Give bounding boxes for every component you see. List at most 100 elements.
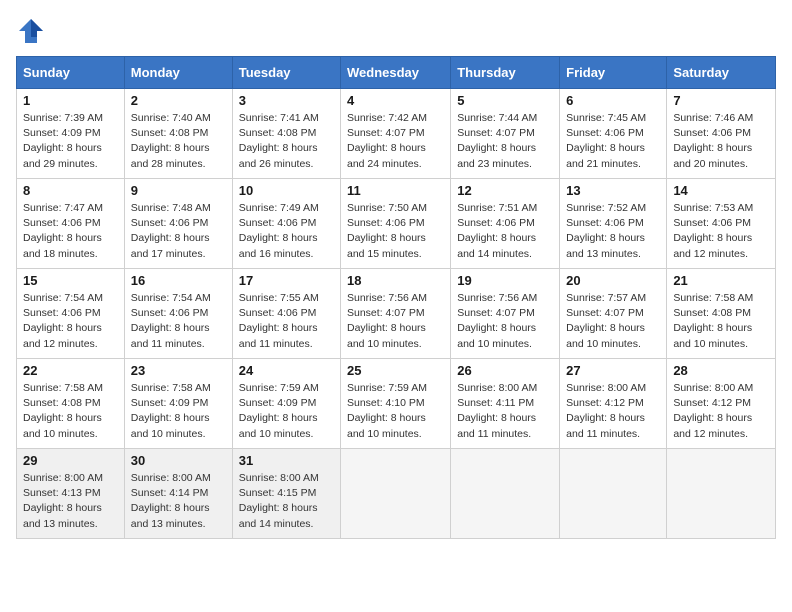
empty-cell xyxy=(667,449,776,539)
day-number: 27 xyxy=(566,363,660,378)
day-cell-14: 14 Sunrise: 7:53 AMSunset: 4:06 PMDaylig… xyxy=(667,179,776,269)
day-number: 2 xyxy=(131,93,226,108)
day-info: Sunrise: 8:00 AMSunset: 4:11 PMDaylight:… xyxy=(457,381,553,442)
calendar-week-row: 22 Sunrise: 7:58 AMSunset: 4:08 PMDaylig… xyxy=(17,359,776,449)
day-cell-3: 3 Sunrise: 7:41 AMSunset: 4:08 PMDayligh… xyxy=(232,89,340,179)
day-number: 28 xyxy=(673,363,769,378)
day-number: 25 xyxy=(347,363,444,378)
day-cell-8: 8 Sunrise: 7:47 AMSunset: 4:06 PMDayligh… xyxy=(17,179,125,269)
day-number: 1 xyxy=(23,93,118,108)
calendar-week-row: 1 Sunrise: 7:39 AMSunset: 4:09 PMDayligh… xyxy=(17,89,776,179)
day-cell-11: 11 Sunrise: 7:50 AMSunset: 4:06 PMDaylig… xyxy=(341,179,451,269)
day-number: 11 xyxy=(347,183,444,198)
day-number: 13 xyxy=(566,183,660,198)
day-number: 22 xyxy=(23,363,118,378)
empty-cell xyxy=(341,449,451,539)
day-info: Sunrise: 7:45 AMSunset: 4:06 PMDaylight:… xyxy=(566,111,660,172)
day-number: 26 xyxy=(457,363,553,378)
col-friday: Friday xyxy=(560,57,667,89)
day-cell-5: 5 Sunrise: 7:44 AMSunset: 4:07 PMDayligh… xyxy=(451,89,560,179)
day-cell-2: 2 Sunrise: 7:40 AMSunset: 4:08 PMDayligh… xyxy=(124,89,232,179)
day-info: Sunrise: 7:40 AMSunset: 4:08 PMDaylight:… xyxy=(131,111,226,172)
day-info: Sunrise: 7:58 AMSunset: 4:09 PMDaylight:… xyxy=(131,381,226,442)
day-cell-27: 27 Sunrise: 8:00 AMSunset: 4:12 PMDaylig… xyxy=(560,359,667,449)
day-number: 24 xyxy=(239,363,334,378)
day-cell-30: 30 Sunrise: 8:00 AMSunset: 4:14 PMDaylig… xyxy=(124,449,232,539)
day-number: 30 xyxy=(131,453,226,468)
day-cell-4: 4 Sunrise: 7:42 AMSunset: 4:07 PMDayligh… xyxy=(341,89,451,179)
day-cell-20: 20 Sunrise: 7:57 AMSunset: 4:07 PMDaylig… xyxy=(560,269,667,359)
page-header xyxy=(16,16,776,46)
day-info: Sunrise: 7:52 AMSunset: 4:06 PMDaylight:… xyxy=(566,201,660,262)
day-cell-18: 18 Sunrise: 7:56 AMSunset: 4:07 PMDaylig… xyxy=(341,269,451,359)
day-info: Sunrise: 7:56 AMSunset: 4:07 PMDaylight:… xyxy=(457,291,553,352)
day-cell-24: 24 Sunrise: 7:59 AMSunset: 4:09 PMDaylig… xyxy=(232,359,340,449)
day-info: Sunrise: 7:59 AMSunset: 4:10 PMDaylight:… xyxy=(347,381,444,442)
day-cell-12: 12 Sunrise: 7:51 AMSunset: 4:06 PMDaylig… xyxy=(451,179,560,269)
day-info: Sunrise: 7:42 AMSunset: 4:07 PMDaylight:… xyxy=(347,111,444,172)
day-info: Sunrise: 8:00 AMSunset: 4:15 PMDaylight:… xyxy=(239,471,334,532)
day-info: Sunrise: 7:58 AMSunset: 4:08 PMDaylight:… xyxy=(23,381,118,442)
day-info: Sunrise: 8:00 AMSunset: 4:14 PMDaylight:… xyxy=(131,471,226,532)
day-number: 9 xyxy=(131,183,226,198)
day-cell-21: 21 Sunrise: 7:58 AMSunset: 4:08 PMDaylig… xyxy=(667,269,776,359)
day-info: Sunrise: 7:48 AMSunset: 4:06 PMDaylight:… xyxy=(131,201,226,262)
day-info: Sunrise: 7:49 AMSunset: 4:06 PMDaylight:… xyxy=(239,201,334,262)
day-number: 5 xyxy=(457,93,553,108)
day-cell-9: 9 Sunrise: 7:48 AMSunset: 4:06 PMDayligh… xyxy=(124,179,232,269)
day-info: Sunrise: 7:53 AMSunset: 4:06 PMDaylight:… xyxy=(673,201,769,262)
day-cell-17: 17 Sunrise: 7:55 AMSunset: 4:06 PMDaylig… xyxy=(232,269,340,359)
day-info: Sunrise: 7:46 AMSunset: 4:06 PMDaylight:… xyxy=(673,111,769,172)
day-number: 3 xyxy=(239,93,334,108)
day-cell-28: 28 Sunrise: 8:00 AMSunset: 4:12 PMDaylig… xyxy=(667,359,776,449)
calendar-week-row: 29 Sunrise: 8:00 AMSunset: 4:13 PMDaylig… xyxy=(17,449,776,539)
day-cell-23: 23 Sunrise: 7:58 AMSunset: 4:09 PMDaylig… xyxy=(124,359,232,449)
day-number: 8 xyxy=(23,183,118,198)
day-number: 14 xyxy=(673,183,769,198)
day-cell-31: 31 Sunrise: 8:00 AMSunset: 4:15 PMDaylig… xyxy=(232,449,340,539)
col-wednesday: Wednesday xyxy=(341,57,451,89)
day-info: Sunrise: 8:00 AMSunset: 4:12 PMDaylight:… xyxy=(673,381,769,442)
day-cell-6: 6 Sunrise: 7:45 AMSunset: 4:06 PMDayligh… xyxy=(560,89,667,179)
day-info: Sunrise: 7:54 AMSunset: 4:06 PMDaylight:… xyxy=(23,291,118,352)
day-info: Sunrise: 7:58 AMSunset: 4:08 PMDaylight:… xyxy=(673,291,769,352)
day-info: Sunrise: 7:59 AMSunset: 4:09 PMDaylight:… xyxy=(239,381,334,442)
day-info: Sunrise: 7:54 AMSunset: 4:06 PMDaylight:… xyxy=(131,291,226,352)
day-cell-16: 16 Sunrise: 7:54 AMSunset: 4:06 PMDaylig… xyxy=(124,269,232,359)
day-info: Sunrise: 8:00 AMSunset: 4:13 PMDaylight:… xyxy=(23,471,118,532)
day-number: 19 xyxy=(457,273,553,288)
day-info: Sunrise: 8:00 AMSunset: 4:12 PMDaylight:… xyxy=(566,381,660,442)
day-info: Sunrise: 7:41 AMSunset: 4:08 PMDaylight:… xyxy=(239,111,334,172)
day-info: Sunrise: 7:56 AMSunset: 4:07 PMDaylight:… xyxy=(347,291,444,352)
empty-cell xyxy=(451,449,560,539)
day-cell-1: 1 Sunrise: 7:39 AMSunset: 4:09 PMDayligh… xyxy=(17,89,125,179)
day-number: 4 xyxy=(347,93,444,108)
day-number: 7 xyxy=(673,93,769,108)
day-cell-15: 15 Sunrise: 7:54 AMSunset: 4:06 PMDaylig… xyxy=(17,269,125,359)
empty-cell xyxy=(560,449,667,539)
day-cell-19: 19 Sunrise: 7:56 AMSunset: 4:07 PMDaylig… xyxy=(451,269,560,359)
calendar-header-row: Sunday Monday Tuesday Wednesday Thursday… xyxy=(17,57,776,89)
day-number: 16 xyxy=(131,273,226,288)
logo xyxy=(16,16,50,46)
day-info: Sunrise: 7:55 AMSunset: 4:06 PMDaylight:… xyxy=(239,291,334,352)
day-number: 31 xyxy=(239,453,334,468)
day-cell-26: 26 Sunrise: 8:00 AMSunset: 4:11 PMDaylig… xyxy=(451,359,560,449)
day-cell-10: 10 Sunrise: 7:49 AMSunset: 4:06 PMDaylig… xyxy=(232,179,340,269)
col-tuesday: Tuesday xyxy=(232,57,340,89)
day-number: 21 xyxy=(673,273,769,288)
col-thursday: Thursday xyxy=(451,57,560,89)
calendar-table: Sunday Monday Tuesday Wednesday Thursday… xyxy=(16,56,776,539)
day-info: Sunrise: 7:50 AMSunset: 4:06 PMDaylight:… xyxy=(347,201,444,262)
day-info: Sunrise: 7:39 AMSunset: 4:09 PMDaylight:… xyxy=(23,111,118,172)
day-info: Sunrise: 7:44 AMSunset: 4:07 PMDaylight:… xyxy=(457,111,553,172)
day-info: Sunrise: 7:51 AMSunset: 4:06 PMDaylight:… xyxy=(457,201,553,262)
day-number: 18 xyxy=(347,273,444,288)
day-number: 12 xyxy=(457,183,553,198)
col-saturday: Saturday xyxy=(667,57,776,89)
day-info: Sunrise: 7:57 AMSunset: 4:07 PMDaylight:… xyxy=(566,291,660,352)
logo-icon xyxy=(16,16,46,46)
day-cell-25: 25 Sunrise: 7:59 AMSunset: 4:10 PMDaylig… xyxy=(341,359,451,449)
day-cell-22: 22 Sunrise: 7:58 AMSunset: 4:08 PMDaylig… xyxy=(17,359,125,449)
day-number: 10 xyxy=(239,183,334,198)
